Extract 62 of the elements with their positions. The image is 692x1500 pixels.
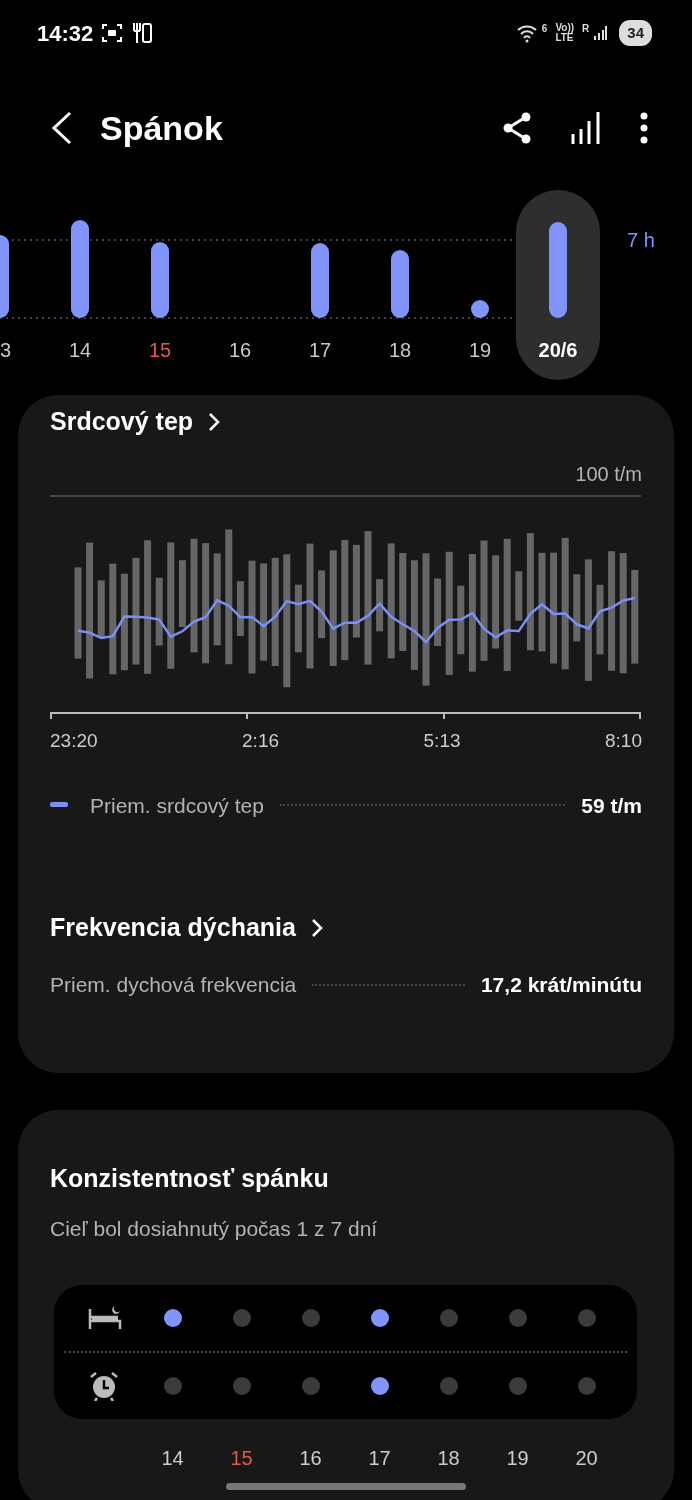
section-link[interactable]: Frekvencia dýchania [50, 915, 324, 940]
more-options-button[interactable] [640, 112, 648, 144]
heart-rate-range-bar [236, 581, 244, 636]
day-label: 17 [308, 339, 332, 361]
signal-icon [593, 24, 608, 42]
heart-rate-range-bar [376, 579, 384, 632]
back-button[interactable] [50, 111, 74, 145]
sleep-bar [471, 300, 489, 318]
day-label: 14 [160, 1445, 185, 1471]
heart-rate-range-bar [97, 580, 105, 638]
heart-rate-range-bar [457, 585, 465, 655]
bed-icon [88, 1304, 122, 1331]
day-label: 19 [468, 339, 492, 361]
alarm-clock-icon [88, 1370, 120, 1401]
breathing-label: Priem. dychová frekvencia [50, 972, 297, 998]
day-label: 17 [367, 1445, 392, 1471]
heart-rate-range-bar [294, 584, 302, 653]
time-label: 2:16 [242, 729, 280, 753]
screenshot-icon [101, 22, 124, 44]
volte-label: Vo)) [555, 23, 575, 33]
day-label: 3 [0, 339, 12, 361]
average-value: 59 t/m [581, 792, 642, 819]
heart-rate-range-bar [515, 571, 523, 621]
chevron-icon [207, 411, 222, 432]
time-label: 8:10 [605, 729, 642, 753]
share-button[interactable] [502, 112, 532, 144]
day-label: 20 [574, 1445, 599, 1471]
day-label: 15 [148, 339, 172, 361]
goal-label: 7 h [627, 229, 655, 251]
heart-rate-range-bar [434, 578, 442, 646]
page-title: Spánok [100, 107, 223, 149]
time-label: 5:13 [423, 729, 461, 753]
day-label: 14 [68, 339, 92, 361]
heart-rate-range-bar [155, 577, 163, 646]
chevron-icon [309, 917, 324, 938]
clock-time: 14:32 [37, 19, 94, 48]
section-link[interactable]: Srdcový tep [50, 409, 222, 434]
lte-label: LTE [555, 33, 575, 43]
heart-rate-range-bar [573, 574, 581, 642]
statistics-button[interactable] [570, 111, 602, 145]
day-label: 15 [229, 1445, 254, 1471]
day-label: 20/6 [538, 339, 578, 361]
legend-label: Priem. srdcový tep [90, 792, 264, 819]
card-title: Konzistentnosť spánku [50, 1166, 330, 1191]
wifi-icon [515, 23, 538, 43]
day-label: 19 [505, 1445, 530, 1471]
day-label: 16 [228, 339, 252, 361]
wifi-band-label: 6 [541, 23, 548, 34]
heart-rate-range-bar [318, 570, 326, 639]
sleep-bar [391, 250, 409, 318]
roaming-label: R [582, 23, 590, 34]
breathing-value: 17,2 krát/minútu [480, 972, 642, 998]
day-label: 16 [298, 1445, 323, 1471]
summary-text: Cieľ bol dosiahnutý počas 1 z 7 dní [50, 1216, 379, 1242]
fork-knife-icon [131, 21, 154, 45]
day-label: 18 [388, 339, 412, 361]
heart-rate-range-bar [596, 584, 604, 655]
axis-max-label: 100 t/m [574, 462, 642, 487]
time-label: 23:20 [50, 729, 98, 753]
day-label: 18 [436, 1445, 461, 1471]
battery-indicator: 34 [619, 19, 652, 47]
heart-rate-range-bar [178, 560, 186, 627]
